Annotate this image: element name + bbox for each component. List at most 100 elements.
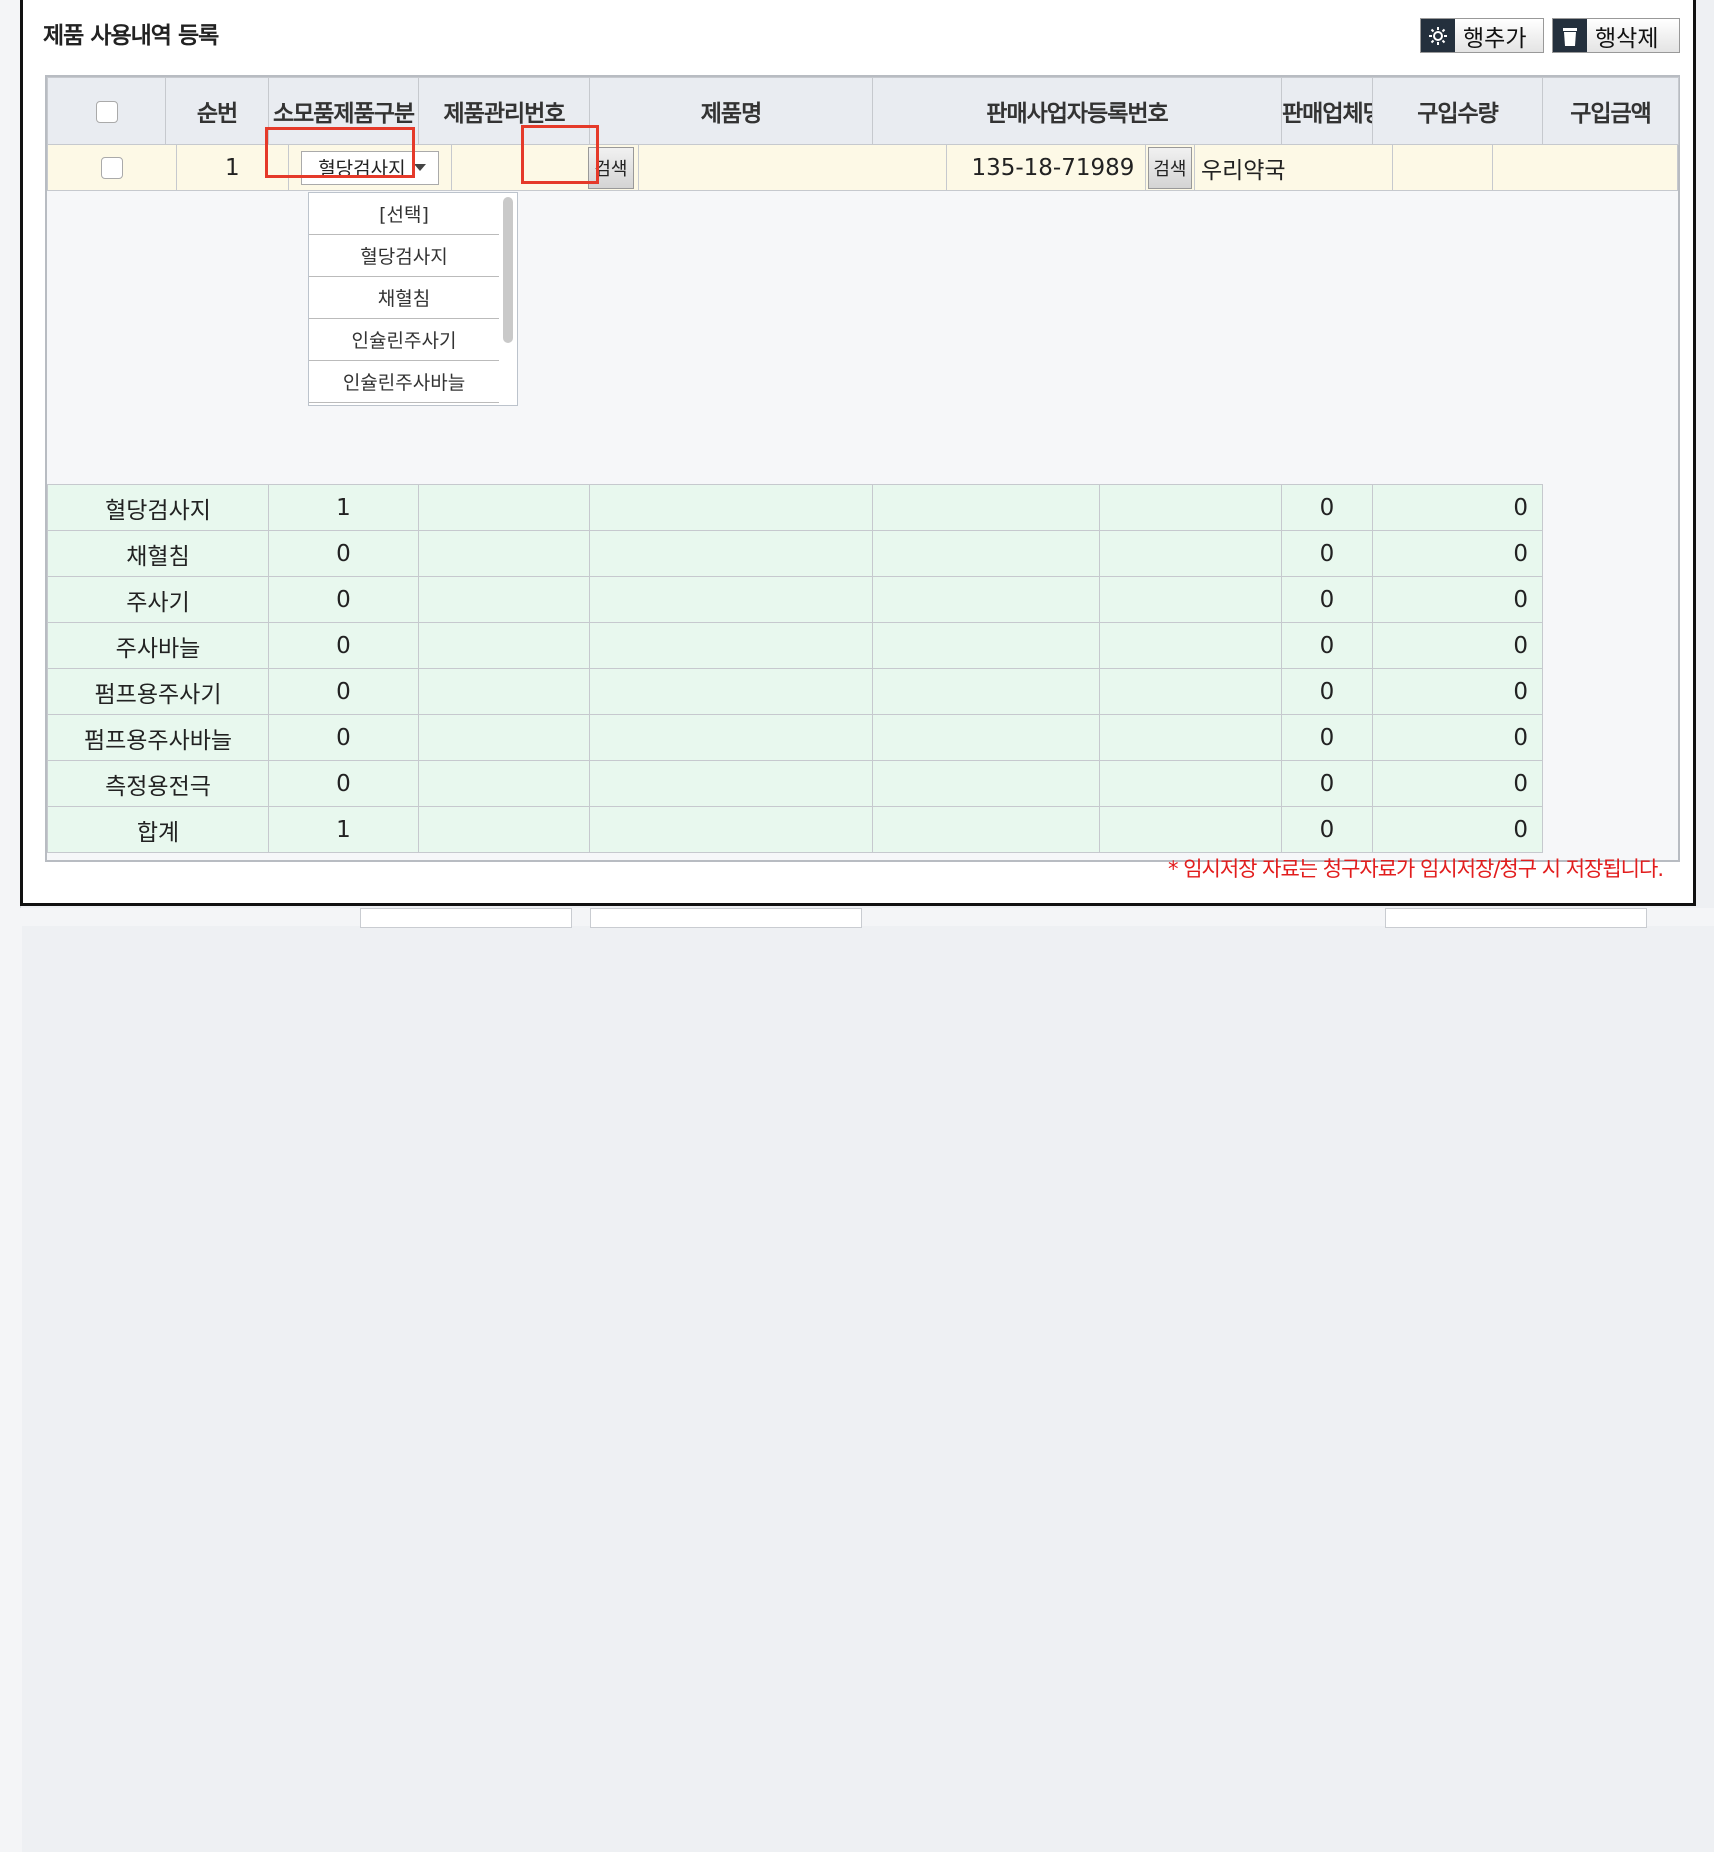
summary-empty bbox=[589, 622, 873, 669]
summary-empty bbox=[872, 806, 1100, 853]
summary-empty bbox=[1099, 484, 1282, 531]
col-header: 구입금액 bbox=[1542, 77, 1680, 145]
product-search-button[interactable]: 검색 bbox=[587, 146, 634, 189]
summary-table: 혈당검사지 1 0 0 채혈침 0 0 0 주사기 0 0 0 주사바늘 0 0 0 펌프용주사기 0 0 0 펌프용주… bbox=[47, 484, 1679, 853]
modal-title: 제품 사용내역 등록 bbox=[43, 23, 219, 49]
summary-empty bbox=[1099, 622, 1282, 669]
seller-search-cell: 검색 bbox=[1144, 144, 1195, 191]
summary-empty bbox=[418, 622, 590, 669]
dropdown-option[interactable]: 혈당검사지 bbox=[309, 235, 499, 277]
summary-label: 합계 bbox=[47, 806, 269, 853]
dropdown-option[interactable]: 인슐린주사기 bbox=[309, 319, 499, 361]
category-cell: 혈당검사지 bbox=[287, 144, 453, 191]
amount-cell[interactable] bbox=[1491, 144, 1679, 191]
background-page-bottom bbox=[0, 908, 1714, 928]
summary-count: 1 bbox=[268, 484, 419, 531]
table-row[interactable]: 1 혈당검사지 검색 135-18-71989 검색 우리약국 bbox=[47, 144, 1679, 191]
delete-row-label: 행삭제 bbox=[1595, 25, 1659, 52]
summary-count: 0 bbox=[268, 760, 419, 807]
summary-empty bbox=[418, 668, 590, 715]
dropdown-scrollbar[interactable] bbox=[503, 197, 513, 343]
summary-qty: 0 bbox=[1281, 576, 1373, 623]
summary-empty bbox=[1099, 668, 1282, 715]
summary-empty bbox=[589, 484, 873, 531]
quantity-cell[interactable] bbox=[1392, 144, 1493, 191]
summary-empty bbox=[418, 530, 590, 577]
data-row-table: 1 혈당검사지 검색 135-18-71989 검색 우리약국 bbox=[47, 144, 1679, 191]
grid-header: 순번 소모품제품구분 제품관리번호 제품명 판매사업자등록번호 판매업체명 구입… bbox=[47, 77, 1680, 145]
summary-count: 0 bbox=[268, 622, 419, 669]
summary-label: 채혈침 bbox=[47, 530, 269, 577]
summary-empty bbox=[1099, 760, 1282, 807]
summary-label: 혈당검사지 bbox=[47, 484, 269, 531]
summary-amount: 0 bbox=[1372, 668, 1543, 715]
summary-qty: 0 bbox=[1281, 622, 1373, 669]
summary-count: 0 bbox=[268, 530, 419, 577]
summary-empty bbox=[589, 668, 873, 715]
background-page-left bbox=[0, 0, 21, 926]
summary-empty bbox=[872, 484, 1100, 531]
summary-amount: 0 bbox=[1372, 576, 1543, 623]
summary-empty bbox=[589, 530, 873, 577]
summary-amount: 0 bbox=[1372, 530, 1543, 577]
col-header: 순번 bbox=[165, 77, 269, 145]
trash-icon bbox=[1553, 19, 1587, 52]
category-select[interactable]: 혈당검사지 bbox=[301, 150, 440, 185]
summary-empty bbox=[872, 714, 1100, 761]
summary-row: 주사바늘 0 0 0 bbox=[47, 622, 1679, 669]
summary-count: 1 bbox=[268, 806, 419, 853]
summary-empty bbox=[589, 714, 873, 761]
summary-count: 0 bbox=[268, 576, 419, 623]
summary-empty bbox=[418, 760, 590, 807]
summary-empty bbox=[1099, 714, 1282, 761]
dropdown-option[interactable]: [선택] bbox=[309, 193, 499, 235]
summary-amount: 0 bbox=[1372, 622, 1543, 669]
summary-label: 주사기 bbox=[47, 576, 269, 623]
background-field bbox=[590, 908, 862, 928]
product-grid: 순번 소모품제품구분 제품관리번호 제품명 판매사업자등록번호 판매업체명 구입… bbox=[45, 75, 1680, 862]
summary-qty: 0 bbox=[1281, 714, 1373, 761]
category-select-value: 혈당검사지 bbox=[318, 158, 406, 180]
summary-qty: 0 bbox=[1281, 484, 1373, 531]
seller-search-button[interactable]: 검색 bbox=[1147, 146, 1192, 189]
seq-cell: 1 bbox=[175, 144, 289, 191]
summary-amount: 0 bbox=[1372, 714, 1543, 761]
col-header: 제품명 bbox=[589, 77, 873, 145]
add-row-label: 행추가 bbox=[1463, 25, 1527, 52]
summary-count: 0 bbox=[268, 668, 419, 715]
summary-qty: 0 bbox=[1281, 530, 1373, 577]
summary-row: 펌프용주사기 0 0 0 bbox=[47, 668, 1679, 715]
gear-icon bbox=[1421, 19, 1455, 52]
seller-reg-no-cell[interactable]: 135-18-71989 bbox=[946, 144, 1146, 191]
summary-row: 펌프용주사바늘 0 0 0 bbox=[47, 714, 1679, 761]
summary-empty bbox=[418, 576, 590, 623]
category-dropdown-list[interactable]: [선택] 혈당검사지 채혈침 인슐린주사기 인슐린주사바늘 bbox=[308, 192, 518, 406]
summary-row: 측정용전극 0 0 0 bbox=[47, 760, 1679, 807]
summary-amount: 0 bbox=[1372, 484, 1543, 531]
temporary-save-note: * 임시저장 자료는 청구자료가 임시저장/청구 시 저장됩니다. bbox=[1168, 857, 1664, 881]
summary-row: 혈당검사지 1 0 0 bbox=[47, 484, 1679, 531]
dropdown-option[interactable]: 채혈침 bbox=[309, 277, 499, 319]
summary-empty bbox=[418, 806, 590, 853]
summary-empty bbox=[872, 760, 1100, 807]
seller-name-cell: 우리약국 bbox=[1193, 144, 1394, 191]
summary-empty bbox=[1099, 806, 1282, 853]
summary-amount: 0 bbox=[1372, 760, 1543, 807]
background-field bbox=[360, 908, 572, 928]
summary-label: 주사바늘 bbox=[47, 622, 269, 669]
add-row-button[interactable]: 행추가 bbox=[1420, 18, 1544, 53]
product-name-cell[interactable] bbox=[637, 144, 948, 191]
summary-row: 합계 1 0 0 bbox=[47, 806, 1679, 853]
col-header: 제품관리번호 bbox=[418, 77, 590, 145]
select-all-checkbox[interactable] bbox=[95, 100, 118, 123]
summary-empty bbox=[872, 530, 1100, 577]
dropdown-option[interactable]: 인슐린주사바늘 bbox=[309, 361, 499, 403]
summary-amount: 0 bbox=[1372, 806, 1543, 853]
delete-row-button[interactable]: 행삭제 bbox=[1552, 18, 1680, 53]
summary-empty bbox=[418, 714, 590, 761]
summary-empty bbox=[1099, 530, 1282, 577]
row-checkbox[interactable] bbox=[100, 157, 123, 179]
select-all-header bbox=[47, 77, 166, 145]
summary-qty: 0 bbox=[1281, 668, 1373, 715]
summary-empty bbox=[589, 576, 873, 623]
